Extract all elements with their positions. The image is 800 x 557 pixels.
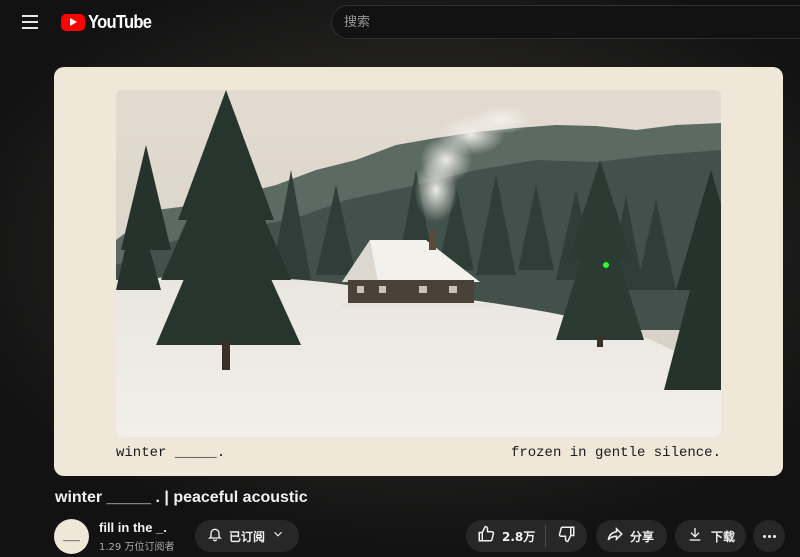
share-icon bbox=[606, 525, 624, 548]
youtube-logo[interactable]: YouTube bbox=[61, 11, 157, 33]
download-icon bbox=[687, 526, 703, 547]
dislike-button[interactable] bbox=[546, 520, 576, 552]
chevron-down-icon bbox=[271, 527, 285, 546]
youtube-logo-icon bbox=[61, 13, 85, 31]
video-player[interactable]: winter _____. frozen in gentle silence. bbox=[54, 67, 783, 476]
thumb-up-icon bbox=[477, 525, 495, 548]
avatar[interactable]: ___ bbox=[54, 518, 89, 554]
subscriber-count: 1.29 万位订阅者 bbox=[99, 541, 175, 553]
like-dislike-group: 2.8万 bbox=[466, 520, 587, 552]
video-title: winter _____ . | peaceful acoustic bbox=[55, 489, 308, 506]
download-label: 下载 bbox=[711, 529, 736, 544]
thumb-down-icon bbox=[558, 525, 576, 548]
subscribed-label: 已订阅 bbox=[229, 529, 266, 544]
video-frame-image bbox=[116, 90, 721, 437]
caption-right: frozen in gentle silence. bbox=[510, 445, 721, 461]
subscribed-button[interactable]: 已订阅 bbox=[195, 520, 299, 552]
logo-text: YouTube bbox=[88, 11, 152, 32]
caption-left: winter _____. bbox=[116, 445, 226, 461]
masthead: YouTube bbox=[0, 0, 800, 44]
search-box[interactable] bbox=[331, 5, 800, 39]
channel-owner: ___ fill in the _. 1.29 万位订阅者 bbox=[54, 518, 174, 554]
channel-name[interactable]: fill in the _. bbox=[99, 520, 174, 535]
search-input[interactable] bbox=[344, 14, 800, 30]
menu-icon[interactable] bbox=[18, 12, 42, 32]
like-button[interactable]: 2.8万 bbox=[466, 520, 535, 552]
download-button[interactable]: 下载 bbox=[675, 520, 746, 552]
channel-info: fill in the _. 1.29 万位订阅者 bbox=[99, 520, 174, 553]
bell-icon bbox=[207, 526, 223, 547]
like-count: 2.8万 bbox=[502, 529, 536, 544]
more-icon[interactable] bbox=[753, 520, 785, 552]
share-label: 分享 bbox=[630, 529, 655, 544]
share-button[interactable]: 分享 bbox=[596, 520, 667, 552]
